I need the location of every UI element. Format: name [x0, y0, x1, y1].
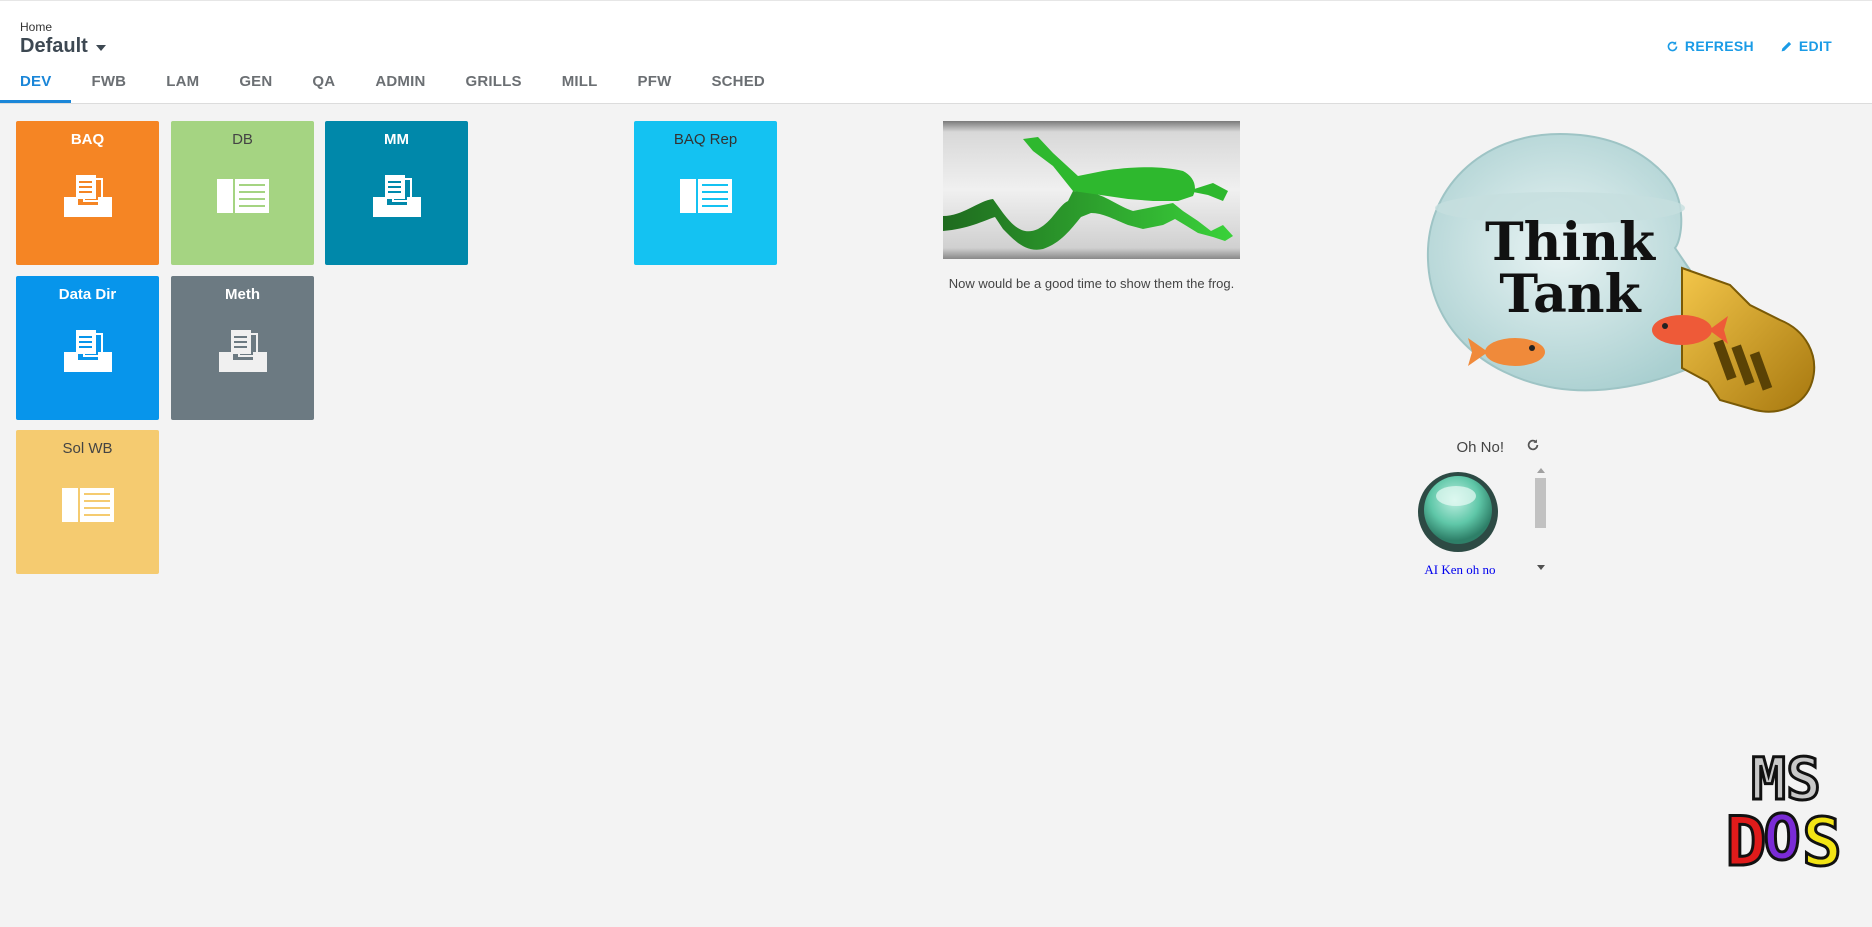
ohno-widget-title: Oh No! — [1456, 439, 1504, 456]
report-documents-icon — [63, 330, 112, 372]
tile-data-dir[interactable]: Data Dir — [16, 276, 159, 420]
dashboard-panel-icon — [679, 179, 732, 213]
lightbulb-fishbowl-icon: Think Tank — [1426, 132, 1816, 413]
tab-pfw[interactable]: PFW — [618, 69, 692, 101]
ohno-scrollbar[interactable] — [1533, 464, 1548, 574]
frog-image — [943, 121, 1240, 259]
tile-label: BAQ — [70, 131, 105, 148]
page-title: Default — [20, 35, 88, 57]
tile-label: Data Dir — [58, 286, 117, 303]
tab-dev[interactable]: DEV — [0, 69, 72, 103]
tile-label: DB — [232, 131, 253, 148]
ohno-link[interactable]: AI Ken oh no — [1412, 562, 1508, 578]
ohno-frame: AI Ken oh no — [1412, 462, 1552, 578]
tile-baq-rep[interactable]: BAQ Rep — [634, 121, 777, 265]
scroll-up-icon[interactable] — [1537, 468, 1545, 473]
report-documents-icon — [218, 330, 267, 372]
msdos-logo: MS D O S — [1724, 744, 1846, 884]
chevron-down-icon — [95, 44, 106, 51]
msdos-letter-d: D — [1726, 803, 1766, 873]
tab-gen[interactable]: GEN — [219, 69, 292, 101]
refresh-icon — [1667, 40, 1678, 51]
tile-meth[interactable]: Meth — [171, 276, 314, 420]
refresh-button[interactable]: REFRESH — [1666, 38, 1754, 54]
ohno-sound-button[interactable] — [1416, 470, 1500, 554]
page-header: Home Default REFRESH EDIT DEV FWB LAM GE… — [0, 0, 1872, 104]
tab-bar: DEV FWB LAM GEN QA ADMIN GRILLS MILL PFW… — [0, 69, 785, 105]
report-documents-icon — [63, 175, 112, 217]
breadcrumb[interactable]: Home — [20, 20, 52, 34]
tile-label: Sol WB — [62, 440, 113, 457]
dashboard-panel-icon — [61, 488, 114, 522]
round-button-icon — [1418, 472, 1498, 552]
scrollbar-thumb[interactable] — [1535, 478, 1546, 528]
think-tank-line2: Tank — [1499, 264, 1641, 325]
tab-mill[interactable]: MILL — [542, 69, 618, 101]
tile-sol-wb[interactable]: Sol WB — [16, 430, 159, 574]
dashboard-panel-icon — [216, 179, 269, 213]
refresh-icon — [1527, 439, 1539, 451]
tab-lam[interactable]: LAM — [146, 69, 219, 101]
tab-sched[interactable]: SCHED — [691, 69, 785, 101]
tab-grills[interactable]: GRILLS — [446, 69, 542, 101]
header-actions: REFRESH EDIT — [1666, 38, 1832, 54]
tab-qa[interactable]: QA — [292, 69, 355, 101]
ohno-refresh-button[interactable] — [1526, 438, 1540, 457]
report-documents-icon — [372, 175, 421, 217]
think-tank-image: Think Tank — [1420, 120, 1845, 420]
frog-caption: Now would be a good time to show them th… — [948, 276, 1235, 291]
scroll-down-icon[interactable] — [1537, 565, 1545, 570]
tile-label: BAQ Rep — [673, 131, 738, 148]
msdos-letter-s: S — [1802, 804, 1842, 873]
edit-label: EDIT — [1798, 38, 1832, 54]
tile-label: MM — [384, 131, 409, 148]
tile-db[interactable]: DB — [171, 121, 314, 265]
frog-illustration — [943, 121, 1240, 259]
tab-admin[interactable]: ADMIN — [355, 69, 445, 101]
msdos-logo-icon: MS D O S — [1724, 744, 1843, 884]
tile-baq[interactable]: BAQ — [16, 121, 159, 265]
msdos-letter-o: O — [1763, 801, 1800, 873]
refresh-label: REFRESH — [1684, 38, 1754, 54]
edit-button[interactable]: EDIT — [1780, 38, 1832, 54]
tab-fwb[interactable]: FWB — [71, 69, 146, 101]
tile-mm[interactable]: MM — [325, 121, 468, 265]
tile-label: Meth — [225, 286, 260, 303]
pencil-icon — [1781, 41, 1792, 51]
dashboard-selector[interactable]: Default — [20, 35, 106, 58]
